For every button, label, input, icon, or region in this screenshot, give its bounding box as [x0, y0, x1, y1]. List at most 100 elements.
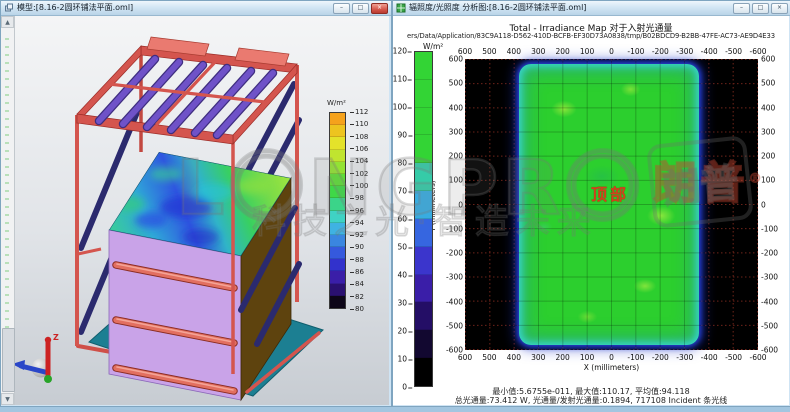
- tick-label: -500: [725, 353, 742, 362]
- tick-label: 100: [449, 176, 463, 185]
- tick-label: 200: [555, 47, 569, 56]
- tick-label: -600: [761, 346, 778, 355]
- colorbar-segment: [330, 186, 345, 198]
- tick-label: 50: [397, 243, 412, 252]
- model-window-titlebar[interactable]: 模型:[8.16-2圆环铺法平面.oml] – □ ×: [1, 1, 391, 16]
- colorbar-segment: [415, 330, 432, 358]
- tick-label: 0: [609, 353, 614, 362]
- tick-label: -500: [725, 47, 742, 56]
- tick-label: 70: [397, 187, 412, 196]
- model-tree-scrollbar[interactable]: ▲ ▼: [1, 16, 15, 405]
- tick-label: -200: [652, 353, 669, 362]
- tick-label: 0: [609, 47, 614, 56]
- tick-label: 100: [761, 176, 775, 185]
- plot-colorbar: [414, 51, 433, 387]
- tick-label: 100: [580, 47, 594, 56]
- model-colorbar-unit: W/m²: [327, 99, 346, 107]
- colorbar-segment: [330, 284, 345, 296]
- tick-label: 400: [449, 103, 463, 112]
- scrollbar-thumb[interactable]: [2, 328, 15, 392]
- tick-label: 400: [507, 47, 521, 56]
- minimize-button[interactable]: –: [733, 3, 750, 14]
- tick-label: -200: [446, 249, 463, 258]
- model-window-icon: [4, 3, 14, 13]
- colorbar-segment: [330, 125, 345, 137]
- close-button[interactable]: ×: [771, 3, 788, 14]
- stats-line-1: 最小值:5.6755e-011, 最大值:110.17, 平均值:94.118: [401, 387, 781, 396]
- tick-label: -100: [446, 224, 463, 233]
- colorbar-segment: [415, 275, 432, 303]
- colorbar-segment: [330, 259, 345, 271]
- colorbar-segment: [330, 150, 345, 162]
- colorbar-segment: [330, 198, 345, 210]
- restore-button[interactable]: □: [752, 3, 769, 14]
- model-viewport[interactable]: ▲ ▼: [1, 16, 389, 405]
- tick-label: 100: [580, 353, 594, 362]
- tick-label: 110: [393, 75, 412, 84]
- tick-label: 400: [761, 103, 775, 112]
- tick-label: 100: [393, 103, 412, 112]
- irradiance-window-titlebar[interactable]: 辐照度/光照度 分析图:[8.16-2圆环铺法平面.oml] – □ ×: [393, 1, 790, 16]
- model-window-controls: – □ ×: [333, 3, 388, 14]
- tick-label: -400: [446, 297, 463, 306]
- scroll-down-arrow[interactable]: ▼: [1, 393, 14, 405]
- colorbar-segment: [330, 137, 345, 149]
- colorbar-segment: [415, 247, 432, 275]
- colorbar-segment: [415, 219, 432, 247]
- tick-label: 600: [449, 55, 463, 64]
- close-button[interactable]: ×: [371, 3, 388, 14]
- tick-label: 40: [397, 271, 412, 280]
- tick-label: 500: [482, 47, 496, 56]
- colorbar-segment: [415, 80, 432, 108]
- model-window-title: 模型:[8.16-2圆环铺法平面.oml]: [17, 2, 330, 14]
- colorbar-segment: [415, 358, 432, 386]
- tick-label: 200: [761, 152, 775, 161]
- tick-label: 0: [761, 200, 766, 209]
- colorbar-segment: [330, 211, 345, 223]
- tick-label: 20: [397, 327, 412, 336]
- tick-label: -300: [446, 273, 463, 282]
- tick-label: 600: [761, 55, 775, 64]
- tick-label: 500: [449, 79, 463, 88]
- colorbar-segment: [415, 163, 432, 191]
- irradiance-map-canvas[interactable]: 顶部: [465, 59, 758, 350]
- plot-file-path: ers/Data/Application/83C9A118-D562-410D-…: [393, 32, 789, 40]
- colorbar-segment: [415, 135, 432, 163]
- colorbar-segment: [330, 162, 345, 174]
- tick-label: -600: [749, 47, 766, 56]
- tick-label: 200: [449, 152, 463, 161]
- tick-label: -400: [761, 297, 778, 306]
- tick-label: 500: [761, 79, 775, 88]
- tick-label: -300: [676, 353, 693, 362]
- tick-label: -400: [701, 353, 718, 362]
- colorbar-segment: [330, 247, 345, 259]
- colorbar-segment: [330, 296, 345, 308]
- tick-label: 600: [458, 47, 472, 56]
- colorbar-segment: [415, 302, 432, 330]
- irradiance-window: 辐照度/光照度 分析图:[8.16-2圆环铺法平面.oml] – □ × Tot…: [392, 0, 790, 407]
- colorbar-segment: [415, 52, 432, 80]
- inner-box: [109, 152, 291, 400]
- tick-label: 0: [458, 200, 463, 209]
- model-window: 模型:[8.16-2圆环铺法平面.oml] – □ × ▲ ▼: [0, 0, 392, 407]
- tick-label: -100: [627, 353, 644, 362]
- scroll-up-arrow[interactable]: ▲: [1, 16, 14, 28]
- tick-label: -300: [676, 47, 693, 56]
- tick-label: 300: [531, 47, 545, 56]
- tick-label: 300: [761, 127, 775, 136]
- tick-label: 10: [397, 355, 412, 364]
- map-annotation: 顶部: [591, 181, 629, 205]
- tick-label: -200: [652, 47, 669, 56]
- tick-label: 80: [397, 159, 412, 168]
- tick-label: 120: [393, 47, 412, 56]
- tick-label: 90: [397, 131, 412, 140]
- tick-label: -200: [761, 249, 778, 258]
- restore-button[interactable]: □: [352, 3, 369, 14]
- tick-label: -500: [761, 321, 778, 330]
- tick-label: -100: [761, 224, 778, 233]
- box-front-face: [109, 230, 241, 400]
- tick-label: 400: [507, 353, 521, 362]
- minimize-button[interactable]: –: [333, 3, 350, 14]
- axis-z-label: Z: [53, 333, 59, 342]
- irradiance-window-title: 辐照度/光照度 分析图:[8.16-2圆环铺法平面.oml]: [409, 2, 730, 14]
